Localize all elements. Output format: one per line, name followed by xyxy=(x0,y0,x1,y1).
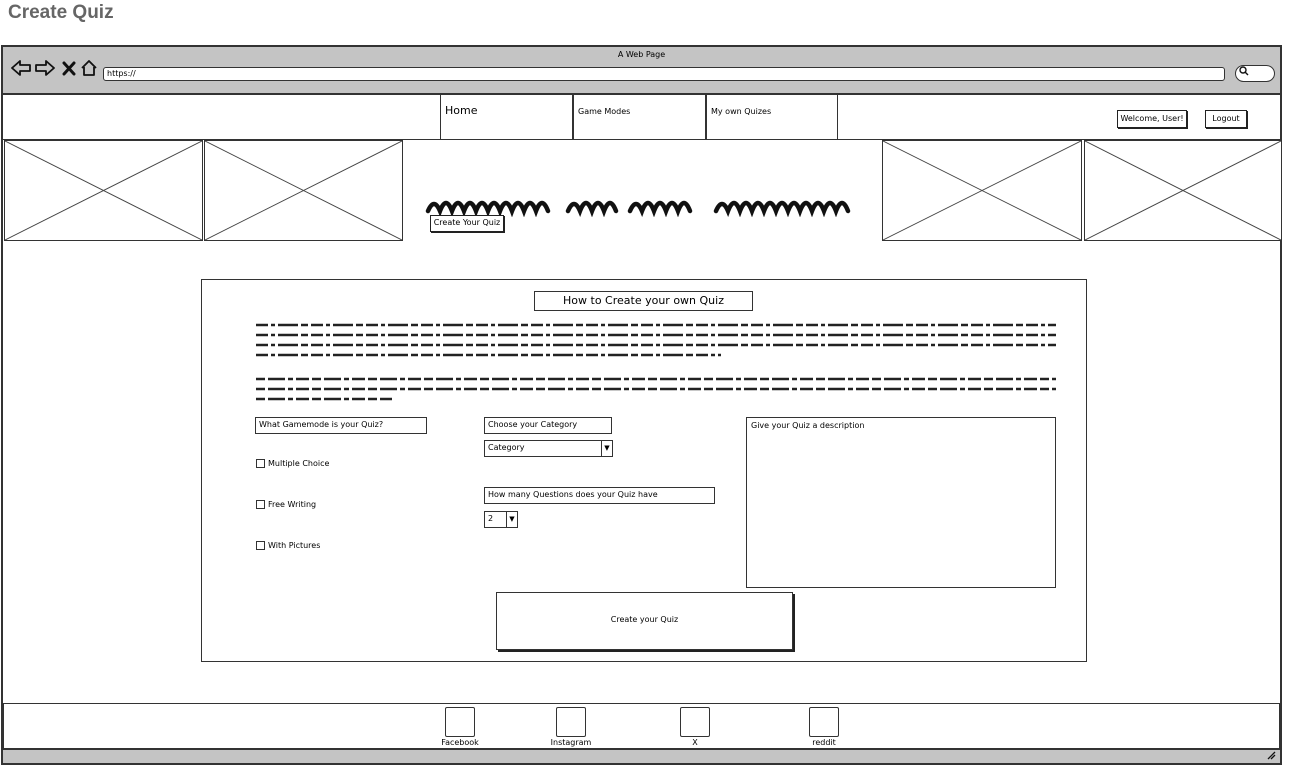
instagram-icon xyxy=(556,707,586,737)
create-your-quiz-hero-button[interactable]: Create Your Quiz xyxy=(430,215,504,232)
checkbox-box[interactable] xyxy=(256,541,265,550)
close-x-icon[interactable] xyxy=(62,59,76,81)
social-label: Facebook xyxy=(441,738,479,747)
category-label: Choose your Category xyxy=(484,417,612,434)
tab-my-quizes-label: My own Quizes xyxy=(711,107,772,116)
checkbox-free-writing[interactable]: Free Writing xyxy=(256,499,316,510)
welcome-user-button[interactable]: Welcome, User! xyxy=(1117,110,1187,128)
x-icon xyxy=(680,707,710,737)
site-footer: Facebook Instagram X reddit xyxy=(3,703,1280,749)
checkbox-label: With Pictures xyxy=(268,541,321,550)
browser-title: A Web Page xyxy=(617,50,666,59)
create-quiz-button[interactable]: Create your Quiz xyxy=(496,592,793,650)
social-link-instagram[interactable]: Instagram xyxy=(541,707,601,747)
checkbox-box[interactable] xyxy=(256,500,265,509)
checkbox-with-pictures[interactable]: With Pictures xyxy=(256,540,320,551)
image-placeholder xyxy=(1084,140,1282,241)
social-link-facebook[interactable]: Facebook xyxy=(430,707,490,747)
home-icon[interactable] xyxy=(80,59,98,82)
browser-toolbar: A Web Page https:// xyxy=(3,47,1280,95)
tab-home[interactable]: Home xyxy=(440,95,573,140)
social-link-x[interactable]: X xyxy=(665,707,725,747)
checkbox-multiple-choice[interactable]: Multiple Choice xyxy=(256,458,329,469)
checkbox-label: Multiple Choice xyxy=(268,459,330,468)
browser-window: A Web Page https:// Home Game Modes My o… xyxy=(1,45,1282,765)
tab-my-quizes[interactable]: My own Quizes xyxy=(706,95,838,140)
instructions-paragraph-scribble xyxy=(256,377,1056,401)
category-select[interactable]: Category ▼ xyxy=(484,440,613,457)
question-count-label: How many Questions does your Quiz have xyxy=(484,487,715,504)
chevron-down-icon[interactable]: ▼ xyxy=(601,441,612,456)
instructions-paragraph-scribble xyxy=(256,323,1056,357)
logout-button[interactable]: Logout xyxy=(1205,110,1247,128)
facebook-icon xyxy=(445,707,475,737)
social-label: reddit xyxy=(812,738,836,747)
back-arrow-icon[interactable] xyxy=(11,59,31,82)
site-header: Home Game Modes My own Quizes Welcome, U… xyxy=(3,95,1280,140)
image-placeholder xyxy=(4,140,203,241)
browser-status-bar xyxy=(3,749,1280,763)
card-title: How to Create your own Quiz xyxy=(534,291,753,311)
image-placeholder xyxy=(204,140,403,241)
tab-game-modes[interactable]: Game Modes xyxy=(573,95,706,140)
gamemode-label: What Gamemode is your Quiz? xyxy=(255,417,427,434)
chevron-down-icon[interactable]: ▼ xyxy=(506,512,517,527)
forward-arrow-icon[interactable] xyxy=(35,59,55,82)
social-link-reddit[interactable]: reddit xyxy=(794,707,854,747)
social-label: X xyxy=(692,738,698,747)
tab-home-label: Home xyxy=(445,104,478,117)
description-textarea[interactable]: Give your Quiz a description xyxy=(746,417,1056,588)
image-placeholder xyxy=(882,140,1082,241)
resize-grip-icon[interactable] xyxy=(1266,750,1276,763)
browser-search[interactable] xyxy=(1235,65,1275,82)
page-caption: Create Quiz xyxy=(8,2,114,23)
reddit-icon xyxy=(809,707,839,737)
search-icon xyxy=(1239,66,1249,79)
checkbox-box[interactable] xyxy=(256,459,265,468)
create-quiz-card: How to Create your own Quiz What Gamemod… xyxy=(201,279,1087,662)
category-select-value: Category xyxy=(488,443,525,452)
checkbox-label: Free Writing xyxy=(268,500,317,509)
question-count-value: 2 xyxy=(488,514,494,523)
question-count-select[interactable]: 2 ▼ xyxy=(484,511,518,528)
tab-game-modes-label: Game Modes xyxy=(578,107,631,116)
social-label: Instagram xyxy=(550,738,592,747)
url-field[interactable]: https:// xyxy=(103,67,1225,81)
